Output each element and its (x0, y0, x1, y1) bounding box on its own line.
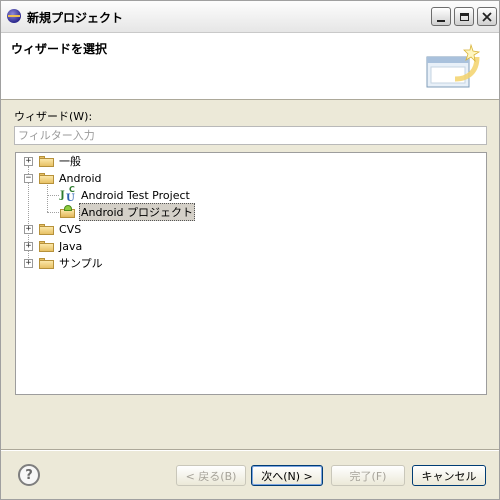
new-project-dialog: 新規プロジェクト ウィザードを選択 ウィザード(W): + 一般 (0, 0, 500, 500)
maximize-button[interactable] (454, 7, 474, 26)
finish-button[interactable]: 完了(F) (331, 465, 405, 486)
tree-item-android[interactable]: − Android (24, 170, 102, 186)
tree-connector (47, 185, 48, 212)
tree-item-android-test-project[interactable]: JUC Android Test Project (60, 185, 190, 204)
folder-icon (39, 223, 54, 235)
close-button[interactable] (477, 7, 497, 26)
tree-item-label: Android Test Project (81, 188, 190, 202)
button-bar-separator (1, 449, 499, 451)
minimize-icon (437, 19, 445, 22)
eclipse-icon (7, 9, 21, 23)
next-button[interactable]: 次へ(N) > (251, 465, 323, 486)
tree-item-label: サンプル (59, 257, 103, 270)
banner-title: ウィザードを選択 (11, 42, 108, 56)
tree-item-label-selected: Android プロジェクト (79, 203, 196, 221)
tree-connector (47, 212, 59, 213)
tree-item-samples[interactable]: + サンプル (24, 255, 103, 271)
tree-connector (47, 195, 59, 196)
cancel-button[interactable]: キャンセル (412, 465, 486, 486)
tree-item-label: 一般 (59, 155, 81, 168)
folder-open-icon (39, 172, 54, 184)
wizard-banner: ウィザードを選択 (1, 33, 499, 100)
expand-icon[interactable]: + (24, 241, 33, 251)
title-bar[interactable]: 新規プロジェクト (1, 1, 499, 33)
back-button[interactable]: < 戻る(B) (176, 465, 246, 486)
tree-item-android-project[interactable]: Android プロジェクト (60, 203, 196, 221)
wizards-label: ウィザード(W): (14, 110, 93, 123)
tree-item-cvs[interactable]: + CVS (24, 221, 81, 237)
tree-item-label: Android (59, 171, 102, 185)
tree-item-label: CVS (59, 222, 82, 236)
expand-icon[interactable]: + (24, 156, 33, 166)
folder-icon (39, 257, 54, 269)
close-icon (482, 11, 492, 22)
filter-input[interactable] (14, 126, 487, 145)
folder-icon (39, 240, 54, 252)
wizard-banner-icon (426, 43, 481, 88)
folder-icon (39, 155, 54, 167)
maximize-icon (459, 12, 469, 21)
minimize-button[interactable] (431, 7, 451, 26)
junit-test-icon: JUC (60, 185, 75, 204)
collapse-icon[interactable]: − (24, 173, 33, 183)
tree-item-label: Java (59, 239, 83, 253)
help-button[interactable]: ? (18, 464, 40, 486)
window-title: 新規プロジェクト (27, 11, 124, 25)
expand-icon[interactable]: + (24, 258, 33, 268)
expand-icon[interactable]: + (24, 224, 33, 234)
tree-item-java[interactable]: + Java (24, 238, 82, 254)
wizard-tree[interactable]: + 一般 − Android JUC Android Test Project … (15, 152, 487, 395)
help-icon: ? (25, 467, 33, 483)
android-project-icon (60, 205, 76, 219)
tree-item-general[interactable]: + 一般 (24, 153, 81, 169)
